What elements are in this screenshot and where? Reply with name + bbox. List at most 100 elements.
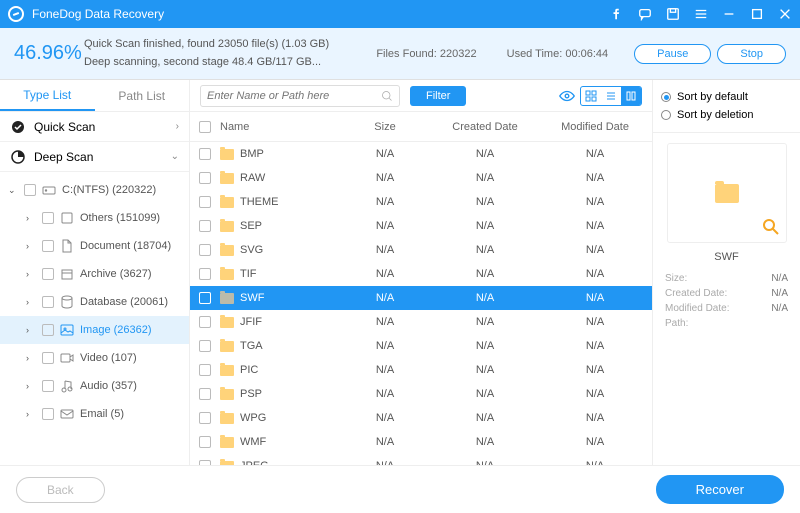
row-checkbox[interactable] (199, 316, 211, 328)
radio-off-icon (661, 110, 671, 120)
maximize-icon[interactable] (750, 7, 764, 21)
magnify-icon[interactable] (762, 218, 780, 236)
save-icon[interactable] (666, 7, 680, 21)
table-row[interactable]: TGAN/AN/AN/A (190, 334, 652, 358)
table-row[interactable]: BMPN/AN/AN/A (190, 142, 652, 166)
pause-button[interactable]: Pause (634, 44, 711, 64)
tree-item-image[interactable]: ›Image (26362) (0, 316, 189, 344)
table-row[interactable]: JFIFN/AN/AN/A (190, 310, 652, 334)
menu-icon[interactable] (694, 7, 708, 21)
checkbox[interactable] (42, 352, 54, 364)
row-name: SVG (240, 244, 263, 256)
view-grid-icon[interactable] (581, 87, 601, 105)
table-row[interactable]: THEMEN/AN/AN/A (190, 190, 652, 214)
checkbox[interactable] (42, 380, 54, 392)
row-checkbox[interactable] (199, 220, 211, 232)
table-row[interactable]: TIFN/AN/AN/A (190, 262, 652, 286)
database-icon (60, 295, 74, 309)
sort-deletion-option[interactable]: Sort by deletion (661, 106, 792, 124)
row-checkbox[interactable] (199, 364, 211, 376)
table-row[interactable]: RAWN/AN/AN/A (190, 166, 652, 190)
row-created: N/A (430, 268, 540, 280)
row-created: N/A (430, 340, 540, 352)
table-row[interactable]: WPGN/AN/AN/A (190, 406, 652, 430)
row-checkbox[interactable] (199, 196, 211, 208)
row-name: JFIF (240, 316, 262, 328)
stop-button[interactable]: Stop (717, 44, 786, 64)
col-modified[interactable]: Modified Date (540, 121, 650, 133)
checkbox[interactable] (42, 268, 54, 280)
email-icon (60, 407, 74, 421)
row-name: TIF (240, 268, 257, 280)
checkbox[interactable] (24, 184, 36, 196)
col-size[interactable]: Size (340, 121, 430, 133)
row-checkbox[interactable] (199, 292, 211, 304)
quick-scan-row[interactable]: Quick Scan › (0, 112, 189, 142)
check-icon (10, 119, 26, 135)
table-row[interactable]: SEPN/AN/AN/A (190, 214, 652, 238)
tree-item-video[interactable]: ›Video (107) (0, 344, 189, 372)
row-name: WPG (240, 412, 266, 424)
tree-item-email[interactable]: ›Email (5) (0, 400, 189, 428)
col-name[interactable]: Name (220, 121, 340, 133)
folder-icon (220, 173, 234, 184)
minimize-icon[interactable] (722, 7, 736, 21)
select-all-checkbox[interactable] (199, 121, 211, 133)
row-checkbox[interactable] (199, 388, 211, 400)
tree-item-others[interactable]: ›Others (151099) (0, 204, 189, 232)
row-checkbox[interactable] (199, 340, 211, 352)
row-checkbox[interactable] (199, 148, 211, 160)
search-input[interactable] (207, 90, 381, 102)
row-name: THEME (240, 196, 279, 208)
row-created: N/A (430, 412, 540, 424)
app-logo-icon (8, 6, 24, 22)
checkbox[interactable] (42, 240, 54, 252)
deep-scan-label: Deep Scan (34, 150, 93, 164)
row-checkbox[interactable] (199, 268, 211, 280)
row-checkbox[interactable] (199, 436, 211, 448)
folder-icon (220, 269, 234, 280)
close-icon[interactable] (778, 7, 792, 21)
table-row[interactable]: SVGN/AN/AN/A (190, 238, 652, 262)
table-row[interactable]: PICN/AN/AN/A (190, 358, 652, 382)
sort-default-option[interactable]: Sort by default (661, 88, 792, 106)
checkbox[interactable] (42, 296, 54, 308)
files-found-label: Files Found: (376, 48, 437, 60)
table-row[interactable]: PSPN/AN/AN/A (190, 382, 652, 406)
row-checkbox[interactable] (199, 412, 211, 424)
filter-button[interactable]: Filter (410, 86, 466, 106)
tree-item-database[interactable]: ›Database (20061) (0, 288, 189, 316)
row-checkbox[interactable] (199, 244, 211, 256)
row-checkbox[interactable] (199, 172, 211, 184)
tab-path-list[interactable]: Path List (95, 80, 190, 111)
table-row[interactable]: WMFN/AN/AN/A (190, 430, 652, 454)
checkbox[interactable] (42, 324, 54, 336)
recover-button[interactable]: Recover (656, 475, 784, 504)
folder-icon (220, 413, 234, 424)
table-row[interactable]: JPEGN/AN/AN/A (190, 454, 652, 465)
view-list-icon[interactable] (601, 87, 621, 105)
title-bar: FoneDog Data Recovery (0, 0, 800, 28)
back-button[interactable]: Back (16, 477, 105, 503)
facebook-icon[interactable] (610, 7, 624, 21)
tree-item-audio[interactable]: ›Audio (357) (0, 372, 189, 400)
eye-icon[interactable] (558, 87, 576, 105)
tree-item-archive[interactable]: ›Archive (3627) (0, 260, 189, 288)
checkbox[interactable] (42, 408, 54, 420)
col-created[interactable]: Created Date (430, 121, 540, 133)
status-bar: 46.96% Quick Scan finished, found 23050 … (0, 28, 800, 80)
view-detail-icon[interactable] (621, 87, 641, 105)
deep-scan-row[interactable]: Deep Scan ⌄ (0, 142, 189, 172)
search-box[interactable] (200, 85, 400, 107)
tree-drive[interactable]: ⌄C:(NTFS) (220322) (0, 176, 189, 204)
table-row[interactable]: SWFN/AN/AN/A (190, 286, 652, 310)
checkbox[interactable] (42, 212, 54, 224)
tree-item-document[interactable]: ›Document (18704) (0, 232, 189, 260)
row-created: N/A (430, 220, 540, 232)
row-modified: N/A (540, 436, 650, 448)
search-icon (381, 90, 393, 102)
expand-icon: › (26, 409, 36, 419)
feedback-icon[interactable] (638, 7, 652, 21)
archive-icon (60, 267, 74, 281)
tab-type-list[interactable]: Type List (0, 80, 95, 111)
